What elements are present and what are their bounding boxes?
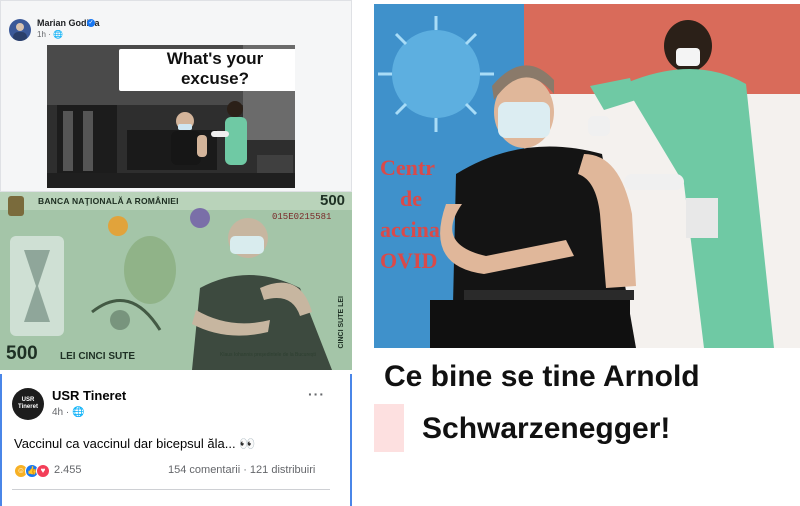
logo-text-2: Tineret xyxy=(18,404,38,410)
caption-line-1: Ce bine se tine Arnold xyxy=(384,360,700,393)
globe-icon: 🌐 xyxy=(53,30,63,39)
center-sign-text: Centr de accina OVID xyxy=(380,152,440,276)
side-text: CINCI SUTE LEI xyxy=(338,296,345,349)
divider xyxy=(12,489,330,490)
sign-line-2: de xyxy=(400,186,422,211)
author-name[interactable]: USR Tineret xyxy=(52,388,126,403)
signature-text: Klaus Iohannis președintele de la Bucure… xyxy=(220,352,316,358)
denomination-bottom: 500 xyxy=(6,343,38,364)
caption-accent xyxy=(374,404,404,452)
logo-text-1: USR xyxy=(21,397,35,403)
vaccination-photo[interactable]: Centr de accina OVID xyxy=(374,4,800,348)
sign-line-1: Centr xyxy=(380,155,435,180)
globe-icon: 🌐 xyxy=(72,407,85,418)
post-time-text: 4h · xyxy=(52,407,73,418)
post-time-text: 1h · xyxy=(37,30,54,39)
post-text: Vaccinul ca vaccinul dar bicepsul ăla...… xyxy=(14,436,256,451)
currency-words: LEI CINCI SUTE xyxy=(60,351,136,362)
serial-number: 015E0215581 xyxy=(272,212,332,222)
denomination-top: 500 xyxy=(320,192,346,209)
love-reaction-icon: ♥ xyxy=(36,464,50,478)
facebook-post-marian-godina: Marian Godina ✓ 1h · 🌐 What's your excus… xyxy=(0,0,352,192)
sign-line-3: accina xyxy=(380,217,440,242)
sign-line-4: OVID xyxy=(380,248,438,273)
facebook-post-usr-tineret: USR Tineret USR Tineret 4h · 🌐 ··· Vacci… xyxy=(0,374,352,506)
banknote-image[interactable]: BANCA NAŢIONALĂ A ROMÂNIEI 015E0215581 5… xyxy=(0,192,352,370)
bank-name: BANCA NAŢIONALĂ A ROMÂNIEI xyxy=(38,196,179,206)
author-avatar[interactable] xyxy=(9,19,31,41)
gym-photo[interactable]: What's your excuse? xyxy=(47,45,295,188)
usr-logo-text: USR Tineret xyxy=(12,397,44,411)
reaction-count[interactable]: 2.455 xyxy=(54,464,82,476)
caption-line-2: excuse? xyxy=(180,69,250,88)
comments-shares[interactable]: 154 comentarii · 121 distribuiri xyxy=(168,464,315,476)
image-caption: What's your excuse? xyxy=(119,49,295,89)
more-options-icon[interactable]: ··· xyxy=(308,386,325,402)
caption-line-2: Schwarzenegger! xyxy=(422,412,671,445)
post-timestamp[interactable]: 1h · 🌐 xyxy=(37,30,63,39)
verified-icon: ✓ xyxy=(87,19,95,27)
caption-line-1: What's your xyxy=(166,49,264,68)
reactions[interactable]: ☺ 👍 ♥ xyxy=(14,464,52,478)
post-timestamp[interactable]: 4h · 🌐 xyxy=(52,407,84,418)
